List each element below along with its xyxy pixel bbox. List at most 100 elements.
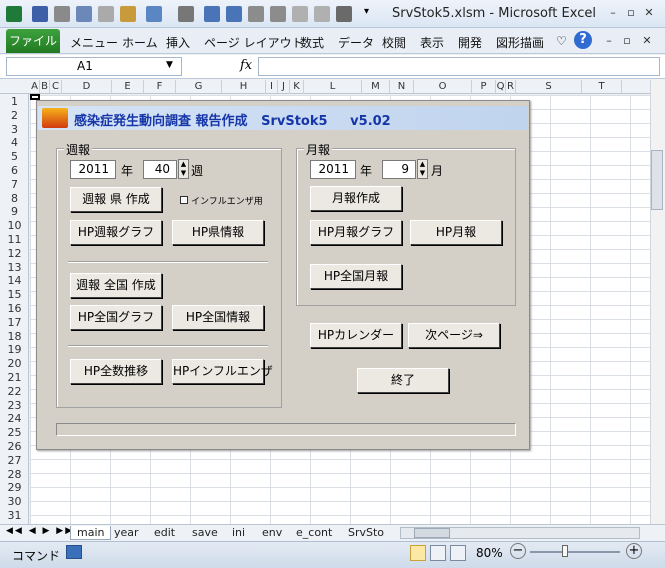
hp-influenza-button[interactable]: HPインフルエンザ — [172, 359, 273, 384]
column-header-d[interactable]: D — [62, 80, 112, 94]
column-header-l[interactable]: L — [304, 80, 362, 94]
page-break-view-icon[interactable] — [450, 545, 466, 561]
hp-pref-info-button[interactable]: HP県情報 — [172, 220, 264, 245]
tab-insert[interactable]: 挿入 — [166, 34, 190, 51]
tab-review[interactable]: 校閲 — [382, 34, 406, 51]
formula-input[interactable] — [258, 57, 660, 76]
row-header-1[interactable]: 1 — [0, 95, 29, 108]
row-header-9[interactable]: 9 — [0, 205, 29, 218]
insert-function-icon[interactable]: fx — [240, 58, 252, 73]
column-header-p[interactable]: P — [472, 80, 496, 94]
weekly-year-field[interactable]: 2011 — [70, 160, 116, 179]
tab-formulas[interactable]: 数式 — [300, 34, 324, 51]
group-icon[interactable] — [248, 6, 264, 22]
shapes-icon[interactable] — [146, 6, 162, 22]
row-header-20[interactable]: 20 — [0, 357, 29, 370]
tab-view[interactable]: 表示 — [420, 34, 444, 51]
page-layout-view-icon[interactable] — [430, 545, 446, 561]
ungroup-icon[interactable] — [270, 6, 286, 22]
sheet-tab-main[interactable]: main — [70, 526, 112, 540]
save-icon[interactable] — [32, 6, 48, 22]
record-macro-icon[interactable] — [66, 545, 82, 559]
column-header-f[interactable]: F — [144, 80, 176, 94]
row-header-5[interactable]: 5 — [0, 150, 29, 163]
sheet-tab-ini[interactable]: ini — [232, 526, 245, 539]
zoom-slider-thumb[interactable] — [562, 545, 568, 557]
row-header-19[interactable]: 19 — [0, 343, 29, 356]
row-header-13[interactable]: 13 — [0, 261, 29, 274]
send-back-icon[interactable] — [314, 6, 330, 22]
week-spinner[interactable]: ▲ ▼ — [178, 159, 189, 179]
influenza-checkbox[interactable] — [180, 196, 188, 204]
table-icon[interactable] — [204, 6, 220, 22]
hp-national-graph-button[interactable]: HP全国グラフ — [70, 305, 162, 330]
column-header-n[interactable]: N — [390, 80, 414, 94]
row-header-12[interactable]: 12 — [0, 247, 29, 260]
column-header-s[interactable]: S — [516, 80, 582, 94]
row-header-6[interactable]: 6 — [0, 164, 29, 177]
row-header-18[interactable]: 18 — [0, 330, 29, 343]
tab-data[interactable]: データ — [338, 34, 374, 51]
help-icon[interactable]: ? — [574, 31, 592, 49]
restore-icon[interactable]: ▫ — [624, 6, 638, 20]
tab-developer[interactable]: 開発 — [458, 34, 482, 51]
row-header-3[interactable]: 3 — [0, 123, 29, 136]
row-header-17[interactable]: 17 — [0, 316, 29, 329]
print-icon[interactable] — [54, 6, 70, 22]
column-header-t[interactable]: T — [582, 80, 622, 94]
row-header-10[interactable]: 10 — [0, 219, 29, 232]
next-page-button[interactable]: 次ページ⇒ — [408, 323, 500, 348]
sheet-tab-edit[interactable]: edit — [154, 526, 175, 539]
row-header-4[interactable]: 4 — [0, 136, 29, 149]
file-tab[interactable]: ファイル — [6, 29, 60, 53]
column-header-k[interactable]: K — [290, 80, 304, 94]
customize-qat-chevron-icon[interactable]: ▾ — [364, 6, 374, 22]
sheet-tab-save[interactable]: save — [192, 526, 218, 539]
align-icon[interactable] — [178, 6, 194, 22]
row-header-31[interactable]: 31 — [0, 509, 29, 522]
month-spinner[interactable]: ▲ ▼ — [417, 159, 428, 179]
vertical-scrollbar[interactable] — [650, 80, 665, 524]
create-pref-weekly-button[interactable]: 週報 県 作成 — [70, 187, 162, 212]
zoom-in-icon[interactable]: + — [626, 543, 642, 559]
weekly-week-field[interactable]: 40 — [143, 160, 177, 179]
row-header-26[interactable]: 26 — [0, 440, 29, 453]
vertical-scroll-thumb[interactable] — [651, 150, 663, 210]
minimize-ribbon-icon[interactable]: ♡ — [556, 34, 567, 48]
tab-drawing[interactable]: 図形描画 — [496, 34, 544, 51]
zoom-level[interactable]: 80% — [476, 546, 503, 560]
create-monthly-button[interactable]: 月報作成 — [310, 186, 402, 211]
borders-icon[interactable] — [336, 6, 352, 22]
excel-app-icon[interactable] — [6, 6, 22, 22]
column-header-r[interactable]: R — [506, 80, 516, 94]
column-header-a[interactable]: A — [30, 80, 40, 94]
grid-icon[interactable] — [226, 6, 242, 22]
exit-button[interactable]: 終了 — [357, 368, 449, 393]
hp-weekly-graph-button[interactable]: HP週報グラフ — [70, 220, 162, 245]
column-header-j[interactable]: J — [278, 80, 290, 94]
monthly-year-field[interactable]: 2011 — [310, 160, 356, 179]
hp-total-trend-button[interactable]: HP全数推移 — [70, 359, 162, 384]
row-header-16[interactable]: 16 — [0, 302, 29, 315]
minimize-icon[interactable]: – — [606, 6, 620, 20]
tab-menu[interactable]: メニュー — [70, 34, 118, 51]
sheet-tab-year[interactable]: year — [114, 526, 139, 539]
name-box-dropdown-icon[interactable]: ▼ — [166, 60, 173, 70]
row-header-8[interactable]: 8 — [0, 192, 29, 205]
print-preview-icon[interactable] — [76, 6, 92, 22]
wb-minimize-icon[interactable]: – — [602, 34, 616, 48]
row-header-14[interactable]: 14 — [0, 274, 29, 287]
select-objects-icon[interactable] — [98, 6, 114, 22]
horizontal-scroll-thumb[interactable] — [414, 528, 450, 538]
bring-front-icon[interactable] — [292, 6, 308, 22]
hp-monthly-button[interactable]: HP月報 — [410, 220, 502, 245]
column-header-b[interactable]: B — [40, 80, 50, 94]
wb-restore-icon[interactable]: ▫ — [620, 34, 634, 48]
column-header-e[interactable]: E — [112, 80, 144, 94]
format-painter-icon[interactable] — [120, 6, 136, 22]
column-header-g[interactable]: G — [176, 80, 222, 94]
row-header-28[interactable]: 28 — [0, 468, 29, 481]
row-header-25[interactable]: 25 — [0, 426, 29, 439]
hp-national-monthly-button[interactable]: HP全国月報 — [310, 264, 402, 289]
hp-national-info-button[interactable]: HP全国情報 — [172, 305, 264, 330]
